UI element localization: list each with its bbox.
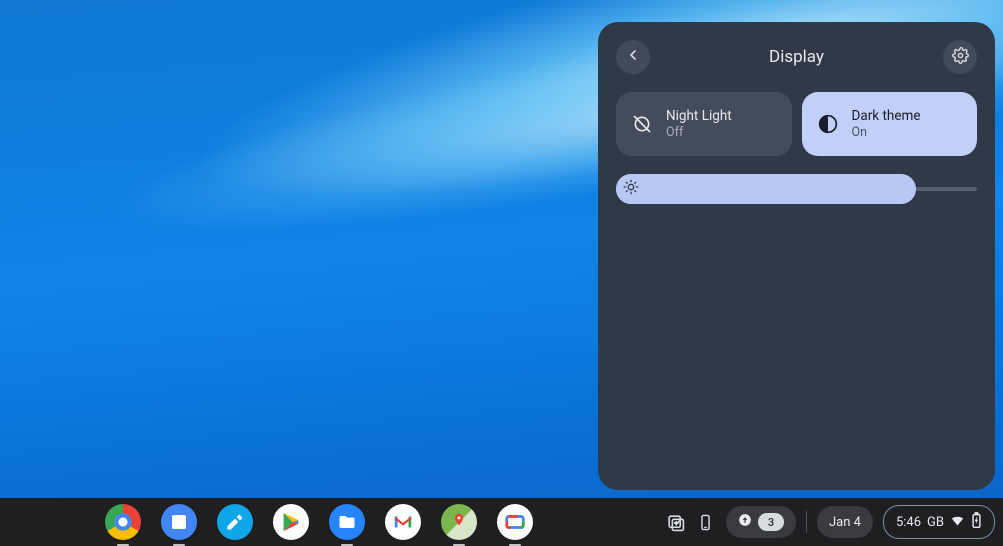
screenshot-tray-icon[interactable] — [666, 512, 686, 532]
date-text: Jan 4 — [829, 515, 861, 530]
dark-theme-label: Dark theme — [852, 108, 921, 125]
gear-icon — [952, 47, 969, 68]
phone-hub-tray-icon[interactable] — [696, 512, 716, 532]
date-pill[interactable]: Jan 4 — [817, 506, 873, 538]
shelf-divider — [806, 511, 807, 533]
status-pill[interactable]: 5:46 GB — [883, 505, 995, 539]
video-app-icon[interactable] — [497, 504, 533, 540]
wifi-icon — [950, 513, 965, 532]
desktop-wallpaper: Display Night Light Off — [0, 0, 1003, 546]
dark-theme-tile[interactable]: Dark theme On — [802, 92, 978, 156]
night-light-tile[interactable]: Night Light Off — [616, 92, 792, 156]
night-light-state: Off — [666, 125, 732, 141]
docs-app-icon[interactable] — [161, 504, 197, 540]
maps-app-icon[interactable] — [441, 504, 477, 540]
brightness-slider[interactable] — [616, 174, 977, 204]
files-app-icon[interactable] — [329, 504, 365, 540]
chevron-left-icon — [625, 47, 641, 67]
battery-icon — [971, 512, 982, 533]
play-store-app-icon[interactable] — [273, 504, 309, 540]
shelf-apps — [105, 504, 533, 540]
locale-text: GB — [927, 515, 944, 530]
display-panel: Display Night Light Off — [598, 22, 995, 490]
gmail-app-icon[interactable] — [385, 504, 421, 540]
notification-count: 3 — [758, 513, 784, 531]
contrast-icon — [818, 114, 838, 134]
time-text: 5:46 — [896, 515, 921, 530]
shelf: 3 Jan 4 5:46 GB — [0, 498, 1003, 546]
panel-title: Display — [650, 47, 943, 67]
notification-pill[interactable]: 3 — [726, 506, 796, 538]
notification-up-icon — [738, 513, 752, 531]
settings-button[interactable] — [943, 40, 977, 74]
night-light-label: Night Light — [666, 108, 732, 125]
slider-fill — [616, 174, 916, 204]
paint-app-icon[interactable] — [217, 504, 253, 540]
night-light-off-icon — [632, 114, 652, 134]
slider-knob[interactable] — [616, 174, 646, 204]
back-button[interactable] — [616, 40, 650, 74]
dark-theme-state: On — [852, 125, 921, 141]
brightness-icon — [623, 179, 639, 199]
chrome-app-icon[interactable] — [105, 504, 141, 540]
shelf-status-area: 3 Jan 4 5:46 GB — [666, 505, 995, 539]
